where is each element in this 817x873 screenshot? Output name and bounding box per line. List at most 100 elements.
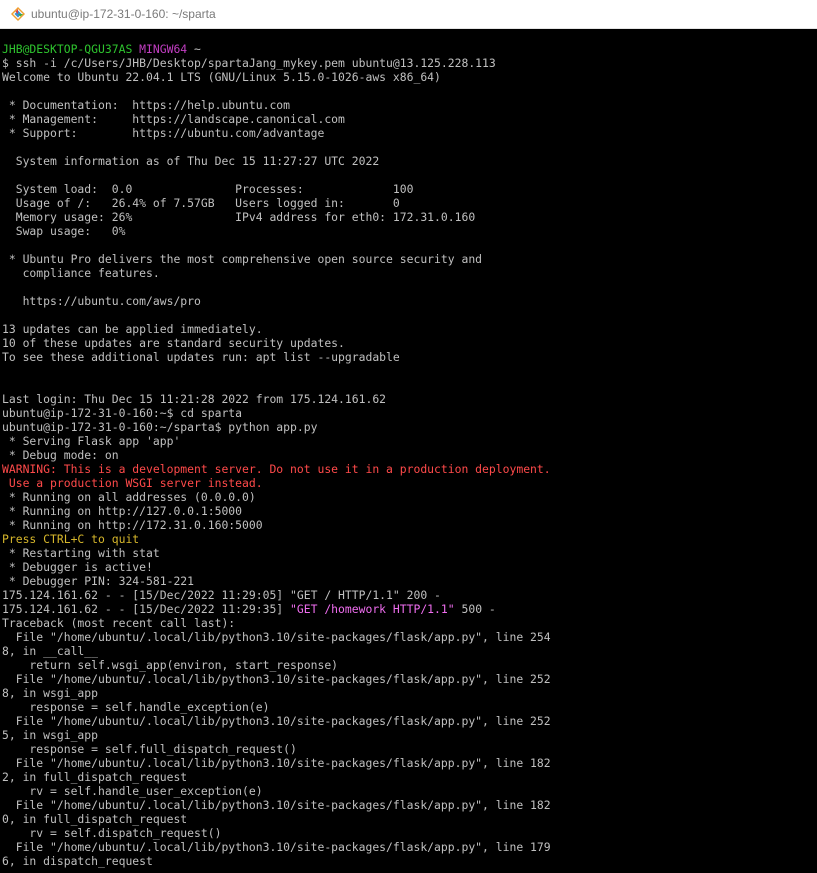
- terminal-line: * Debugger PIN: 324-581-221: [2, 574, 817, 588]
- terminal-line: * Documentation: https://help.ubuntu.com: [2, 98, 817, 112]
- terminal-text-segment: * Debug mode: on: [2, 448, 119, 462]
- terminal-output[interactable]: JHB@DESKTOP-QGU37AS MINGW64 ~ $ ssh -i /c…: [0, 29, 817, 873]
- terminal-line: File "/home/ubuntu/.local/lib/python3.10…: [2, 714, 817, 728]
- terminal-text-segment: 0, in full_dispatch_request: [2, 812, 188, 826]
- terminal-text-segment: 2, in full_dispatch_request: [2, 770, 188, 784]
- terminal-line: Traceback (most recent call last):: [2, 616, 817, 630]
- terminal-text-segment: 175.124.161.62 - - [15/Dec/2022 11:29:05…: [2, 588, 441, 602]
- terminal-line: Use a production WSGI server instead.: [2, 476, 817, 490]
- terminal-line: 175.124.161.62 - - [15/Dec/2022 11:29:05…: [2, 588, 817, 602]
- window-title: ubuntu@ip-172-31-0-160: ~/sparta: [31, 7, 216, 21]
- terminal-text-segment: System load: 0.0 Processes: 100: [2, 182, 414, 196]
- terminal-line: 6, in dispatch_request: [2, 854, 817, 868]
- terminal-text-segment: File "/home/ubuntu/.local/lib/python3.10…: [2, 630, 551, 644]
- terminal-text-segment: * Serving Flask app 'app': [2, 434, 181, 448]
- terminal-line: 8, in __call__: [2, 644, 817, 658]
- terminal-text-segment: * Management: https://landscape.canonica…: [2, 112, 345, 126]
- terminal-line: Usage of /: 26.4% of 7.57GB Users logged…: [2, 196, 817, 210]
- terminal-line: * Management: https://landscape.canonica…: [2, 112, 817, 126]
- terminal-text-segment: * Debugger PIN: 324-581-221: [2, 574, 195, 588]
- terminal-text-segment: WARNING: This is a development server. D…: [2, 462, 551, 476]
- terminal-line: return self.wsgi_app(environ, start_resp…: [2, 658, 817, 672]
- terminal-text-segment: $ ssh -i /c/Users/JHB/Desktop/spartaJang…: [2, 56, 496, 70]
- terminal-text-segment: ubuntu@ip-172-31-0-160:~/sparta$ python …: [2, 420, 318, 434]
- terminal-text-segment: * Support: https://ubuntu.com/advantage: [2, 126, 325, 140]
- terminal-line: * Support: https://ubuntu.com/advantage: [2, 126, 817, 140]
- terminal-line: * Running on http://172.31.0.160:5000: [2, 518, 817, 532]
- terminal-text-segment: ubuntu@ip-172-31-0-160:~$ cd sparta: [2, 406, 243, 420]
- terminal-text-segment: Welcome to Ubuntu 22.04.1 LTS (GNU/Linux…: [2, 70, 441, 84]
- terminal-text-segment: https://ubuntu.com/aws/pro: [2, 294, 201, 308]
- terminal-text-segment: 13 updates can be applied immediately.: [2, 322, 263, 336]
- terminal-text-segment: * Documentation: https://help.ubuntu.com: [2, 98, 291, 112]
- terminal-text-segment: * Ubuntu Pro delivers the most comprehen…: [2, 252, 483, 266]
- terminal-line: File "/home/ubuntu/.local/lib/python3.10…: [2, 630, 817, 644]
- terminal-text-segment: * Running on http://172.31.0.160:5000: [2, 518, 263, 532]
- terminal-text-segment: rv = self.handle_user_exception(e): [2, 784, 263, 798]
- terminal-window: ubuntu@ip-172-31-0-160: ~/sparta JHB@DES…: [0, 0, 817, 873]
- terminal-text-segment: * Running on all addresses (0.0.0.0): [2, 490, 256, 504]
- terminal-line: * Debug mode: on: [2, 448, 817, 462]
- terminal-text-segment: * Restarting with stat: [2, 546, 160, 560]
- terminal-text-segment: return self.wsgi_app(environ, start_resp…: [2, 658, 339, 672]
- git-bash-diamond-icon: [10, 6, 26, 22]
- terminal-text-segment: Last login: Thu Dec 15 11:21:28 2022 fro…: [2, 392, 387, 406]
- terminal-text-segment: 175.124.161.62 - - [15/Dec/2022 11:29:35…: [2, 602, 291, 616]
- terminal-text-segment: To see these additional updates run: apt…: [2, 350, 400, 364]
- terminal-line: ubuntu@ip-172-31-0-160:~/sparta$ python …: [2, 420, 817, 434]
- terminal-text-segment: * Debugger is active!: [2, 560, 153, 574]
- terminal-text-segment: 6, in dispatch_request: [2, 854, 153, 868]
- terminal-text-segment: ~: [187, 42, 201, 56]
- terminal-line: 5, in wsgi_app: [2, 728, 817, 742]
- terminal-text-segment: Use a production WSGI server instead.: [2, 476, 263, 490]
- terminal-text-segment: compliance features.: [2, 266, 160, 280]
- terminal-line: * Ubuntu Pro delivers the most comprehen…: [2, 252, 817, 266]
- terminal-line: File "/home/ubuntu/.local/lib/python3.10…: [2, 798, 817, 812]
- terminal-line: WARNING: This is a development server. D…: [2, 462, 817, 476]
- terminal-line: File "/home/ubuntu/.local/lib/python3.10…: [2, 840, 817, 854]
- terminal-text-segment: rv = self.dispatch_request(): [2, 826, 222, 840]
- terminal-text-segment: MINGW64: [139, 42, 188, 56]
- terminal-line: 2, in full_dispatch_request: [2, 770, 817, 784]
- terminal-line: Welcome to Ubuntu 22.04.1 LTS (GNU/Linux…: [2, 70, 817, 84]
- terminal-text-segment: 8, in __call__: [2, 644, 99, 658]
- terminal-text-segment: File "/home/ubuntu/.local/lib/python3.10…: [2, 840, 551, 854]
- terminal-text-segment: File "/home/ubuntu/.local/lib/python3.10…: [2, 798, 551, 812]
- terminal-line: 8, in wsgi_app: [2, 686, 817, 700]
- terminal-line: File "/home/ubuntu/.local/lib/python3.10…: [2, 672, 817, 686]
- terminal-line: Last login: Thu Dec 15 11:21:28 2022 fro…: [2, 392, 817, 406]
- terminal-text-segment: 500 -: [454, 602, 496, 616]
- terminal-line: Press CTRL+C to quit: [2, 532, 817, 546]
- terminal-text-segment: 10 of these updates are standard securit…: [2, 336, 345, 350]
- terminal-line: System load: 0.0 Processes: 100: [2, 182, 817, 196]
- terminal-text-segment: 8, in wsgi_app: [2, 686, 99, 700]
- terminal-text-segment: "GET /homework HTTP/1.1": [290, 602, 455, 616]
- terminal-text-segment: Swap usage: 0%: [2, 224, 126, 238]
- terminal-line: File "/home/ubuntu/.local/lib/python3.10…: [2, 756, 817, 770]
- terminal-line: Memory usage: 26% IPv4 address for eth0:…: [2, 210, 817, 224]
- terminal-line: 175.124.161.62 - - [15/Dec/2022 11:29:35…: [2, 602, 817, 616]
- terminal-text-segment: JHB@DESKTOP-QGU37AS: [2, 42, 140, 56]
- terminal-line: compliance features.: [2, 266, 817, 280]
- terminal-line: * Debugger is active!: [2, 560, 817, 574]
- terminal-line: Swap usage: 0%: [2, 224, 817, 238]
- terminal-line: * Running on http://127.0.0.1:5000: [2, 504, 817, 518]
- terminal-line: response = self.handle_exception(e): [2, 700, 817, 714]
- terminal-text-segment: System information as of Thu Dec 15 11:2…: [2, 154, 380, 168]
- terminal-text-segment: * Running on http://127.0.0.1:5000: [2, 504, 243, 518]
- terminal-text-segment: Memory usage: 26% IPv4 address for eth0:…: [2, 210, 476, 224]
- terminal-line: 0, in full_dispatch_request: [2, 812, 817, 826]
- terminal-text-segment: 5, in wsgi_app: [2, 728, 99, 742]
- title-bar[interactable]: ubuntu@ip-172-31-0-160: ~/sparta: [0, 0, 817, 29]
- terminal-line: rv = self.dispatch_request(): [2, 826, 817, 840]
- terminal-line: https://ubuntu.com/aws/pro: [2, 294, 817, 308]
- terminal-text-segment: Usage of /: 26.4% of 7.57GB Users logged…: [2, 196, 400, 210]
- terminal-line: * Restarting with stat: [2, 546, 817, 560]
